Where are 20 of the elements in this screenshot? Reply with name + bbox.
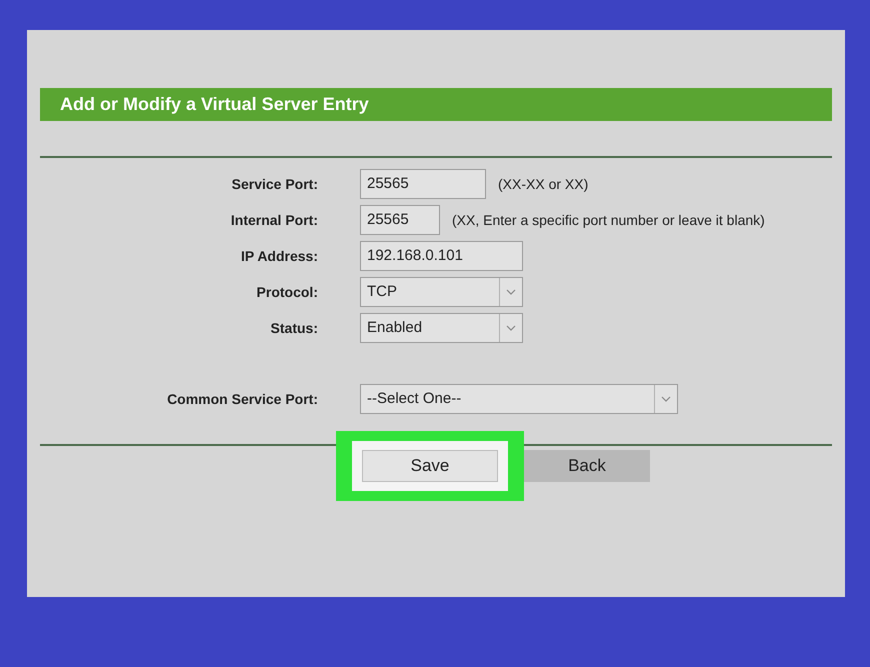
dropdown[interactable]: Enabled	[360, 312, 523, 342]
chevron-down-icon	[506, 324, 516, 330]
section-header: Add or Modify a Virtual Server Entry	[40, 88, 832, 121]
save-button[interactable]: Save	[362, 450, 498, 482]
dropdown[interactable]: TCP	[360, 276, 523, 306]
input-field[interactable]: 192.168.0.101	[360, 240, 523, 270]
field-label: IP Address:	[240, 248, 318, 264]
field-label: Common Service Port:	[166, 390, 318, 406]
field-hint: (XX, Enter a specific port number or leave it blank)	[452, 212, 765, 228]
dropdown[interactable]: --Select One--	[360, 384, 678, 414]
field-label: Service Port:	[230, 176, 318, 192]
field-label: Protocol:	[256, 284, 318, 300]
field-label: Status:	[270, 320, 318, 336]
field-hint: (XX-XX or XX)	[498, 176, 588, 192]
input-field[interactable]: 25565	[360, 168, 486, 198]
chevron-down-icon	[661, 396, 671, 402]
input-field[interactable]: 25565	[360, 204, 440, 234]
back-button[interactable]: Back	[524, 450, 650, 482]
chevron-down-icon	[506, 288, 516, 294]
field-label: Internal Port:	[230, 212, 318, 228]
